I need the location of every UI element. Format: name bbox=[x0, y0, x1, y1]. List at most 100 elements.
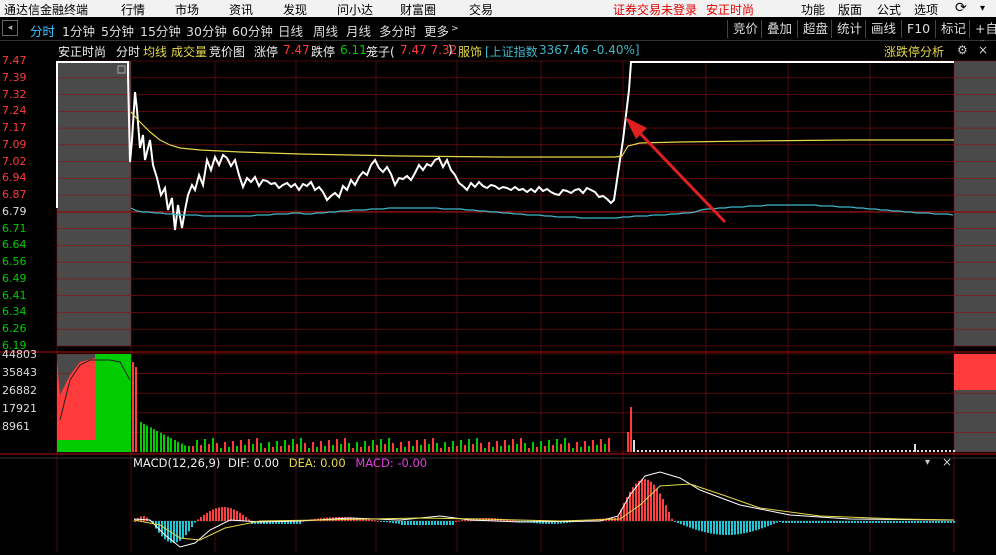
volume-bar bbox=[540, 441, 542, 452]
macd-bar bbox=[815, 521, 817, 523]
volume-bar bbox=[837, 450, 839, 452]
macd-bar bbox=[737, 521, 739, 535]
volume-bar bbox=[661, 450, 663, 452]
macd-bar bbox=[923, 521, 925, 523]
volume-bar bbox=[630, 407, 632, 452]
macd-bar bbox=[770, 521, 772, 526]
volume-bar bbox=[909, 450, 911, 452]
macd-bar bbox=[374, 520, 376, 522]
timeshare-chart[interactable] bbox=[0, 0, 996, 555]
macd-bar bbox=[761, 521, 763, 529]
volume-bar bbox=[761, 450, 763, 452]
volume-bar bbox=[749, 450, 751, 452]
volume-bar bbox=[432, 438, 434, 452]
volume-bar bbox=[857, 450, 859, 452]
price-tick-label: 6.49 bbox=[2, 271, 27, 285]
post-market-panel bbox=[954, 61, 996, 346]
price-tick-label: 7.09 bbox=[2, 137, 27, 151]
volume-bar bbox=[905, 450, 907, 452]
volume-bar bbox=[492, 447, 494, 452]
macd-bar bbox=[854, 521, 856, 523]
macd-bar bbox=[773, 521, 775, 524]
volume-bar bbox=[140, 422, 142, 452]
macd-bar bbox=[899, 521, 901, 523]
macd-bar bbox=[719, 521, 721, 535]
volume-bar bbox=[745, 450, 747, 452]
macd-menu-icon[interactable]: ▾ bbox=[925, 457, 930, 468]
volume-bar bbox=[208, 444, 210, 452]
volume-bar bbox=[146, 425, 148, 452]
volume-bar bbox=[627, 432, 629, 452]
volume-bar bbox=[480, 443, 482, 452]
macd-bar bbox=[665, 505, 667, 521]
volume-bar bbox=[232, 441, 234, 452]
volume-bar bbox=[256, 438, 258, 452]
macd-bar bbox=[242, 514, 244, 521]
macd-title[interactable]: MACD(12,26,9) bbox=[133, 456, 220, 470]
volume-bar bbox=[637, 450, 639, 452]
volume-bar bbox=[264, 448, 266, 452]
volume-bar bbox=[468, 439, 470, 452]
macd-bar bbox=[890, 521, 892, 523]
volume-bar bbox=[356, 442, 358, 452]
volume-bar bbox=[596, 445, 598, 452]
macd-bar bbox=[236, 510, 238, 521]
price-tick-label: 7.39 bbox=[2, 70, 27, 84]
volume-bar bbox=[288, 445, 290, 452]
volume-bar bbox=[805, 450, 807, 452]
volume-bar bbox=[504, 440, 506, 452]
price-tick-label: 6.26 bbox=[2, 322, 27, 336]
volume-bar bbox=[488, 442, 490, 452]
volume-tick-label: 8961 bbox=[2, 420, 30, 433]
volume-bar bbox=[304, 443, 306, 452]
macd-bar bbox=[635, 483, 637, 521]
macd-bar bbox=[185, 521, 187, 536]
macd-bar bbox=[929, 521, 931, 523]
volume-bar bbox=[873, 450, 875, 452]
volume-bar bbox=[925, 450, 927, 452]
macd-bar bbox=[671, 518, 673, 521]
volume-bar bbox=[464, 445, 466, 452]
volume-bar bbox=[428, 444, 430, 452]
macd-bar bbox=[176, 521, 178, 543]
price-tick-label: 7.32 bbox=[2, 87, 27, 101]
volume-bar bbox=[821, 450, 823, 452]
volume-bar bbox=[412, 446, 414, 452]
macd-bar bbox=[932, 521, 934, 523]
macd-bar bbox=[437, 521, 439, 525]
price-tick-label: 6.56 bbox=[2, 255, 27, 269]
volume-bar bbox=[372, 440, 374, 452]
volume-bar bbox=[512, 439, 514, 452]
volume-bar bbox=[524, 443, 526, 452]
macd-bar bbox=[788, 521, 790, 523]
macd-bar bbox=[425, 521, 427, 525]
volume-bar bbox=[408, 441, 410, 452]
volume-bar bbox=[797, 450, 799, 452]
volume-bar bbox=[312, 442, 314, 452]
volume-bar bbox=[665, 450, 667, 452]
volume-bar bbox=[933, 450, 935, 452]
macd-close-icon[interactable]: × bbox=[942, 455, 952, 469]
avg-price-line bbox=[130, 111, 954, 158]
volume-bar bbox=[914, 444, 916, 452]
macd-bar bbox=[158, 521, 160, 533]
volume-bar bbox=[452, 441, 454, 452]
price-tick-label: 6.64 bbox=[2, 238, 27, 252]
macd-bar bbox=[836, 521, 838, 523]
volume-bar bbox=[424, 439, 426, 452]
price-tick-label: 6.79 bbox=[2, 204, 27, 218]
volume-bar bbox=[484, 448, 486, 452]
macd-bar bbox=[203, 514, 205, 521]
macd-bar bbox=[902, 521, 904, 523]
volume-bar bbox=[160, 432, 162, 452]
volume-bar bbox=[340, 444, 342, 452]
macd-bar bbox=[230, 508, 232, 521]
volume-bar bbox=[308, 448, 310, 452]
macd-bar bbox=[191, 521, 193, 528]
macd-bar bbox=[695, 521, 697, 530]
volume-bar bbox=[388, 438, 390, 452]
volume-bar bbox=[320, 441, 322, 452]
volume-bar bbox=[248, 439, 250, 452]
volume-bar bbox=[228, 447, 230, 452]
macd-bar bbox=[812, 521, 814, 523]
